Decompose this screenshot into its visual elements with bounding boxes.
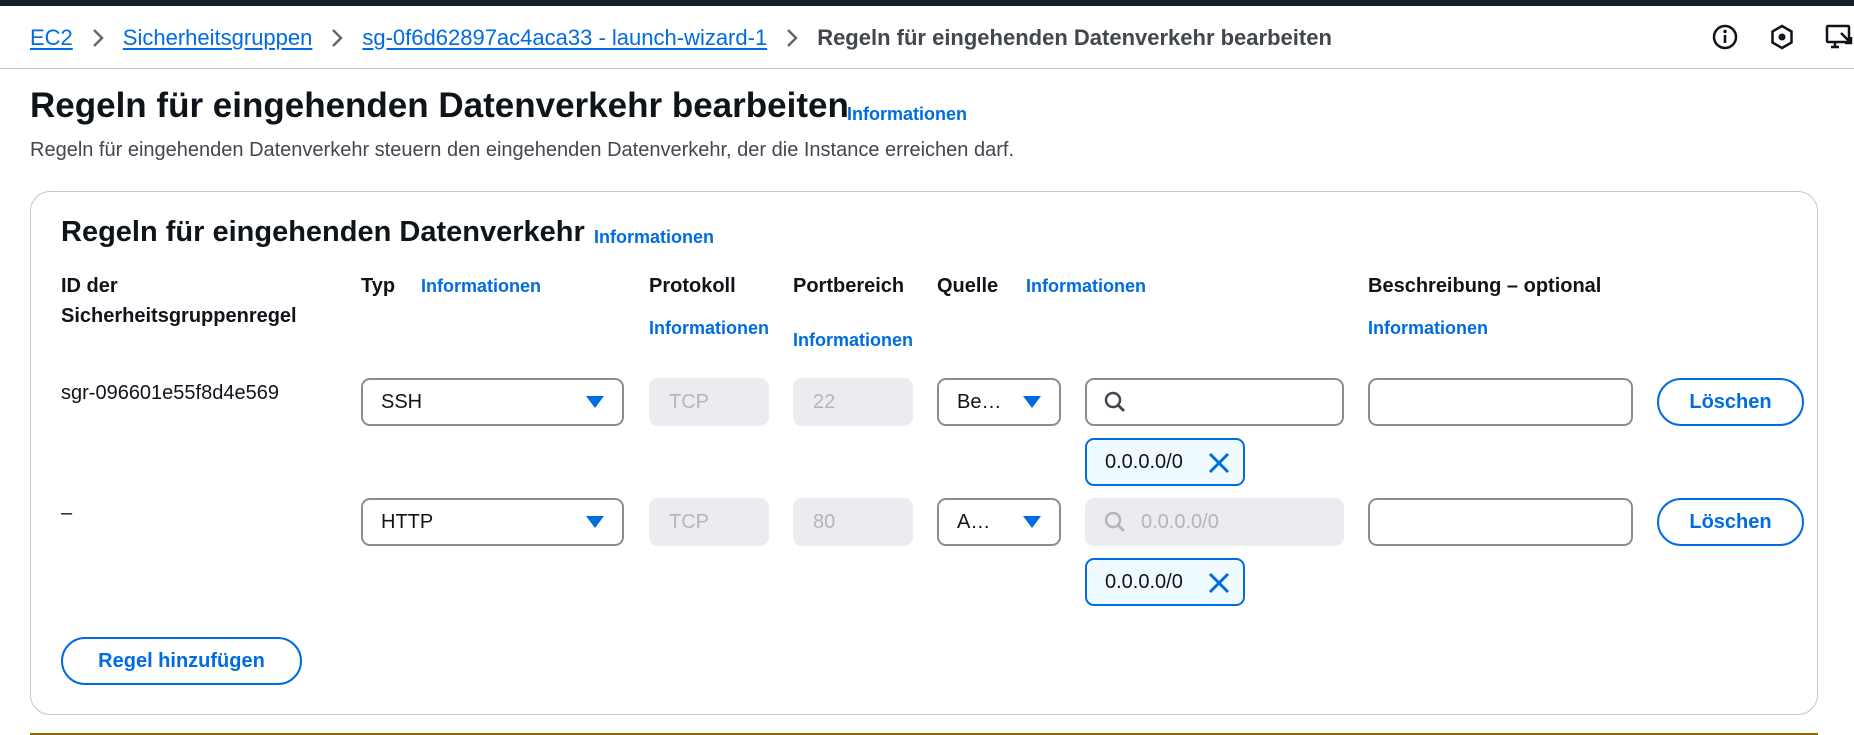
protocol-info-link[interactable]: Informationen bbox=[649, 318, 769, 339]
page-info-link[interactable]: Informationen bbox=[847, 104, 967, 125]
source-token: 0.0.0.0/0 bbox=[1085, 558, 1245, 606]
port-range-field: 22 bbox=[793, 378, 913, 426]
breadcrumb-security-groups[interactable]: Sicherheitsgruppen bbox=[123, 25, 313, 51]
breadcrumb: EC2 Sicherheitsgruppen sg-0f6d62897ac4ac… bbox=[30, 22, 1332, 54]
source-search-placeholder: 0.0.0.0/0 bbox=[1141, 510, 1219, 533]
type-info-link[interactable]: Informationen bbox=[421, 276, 541, 297]
column-header-description: Beschreibung – optional bbox=[1368, 275, 1602, 297]
protocol-field: TCP bbox=[649, 498, 769, 546]
source-search-input: 0.0.0.0/0 bbox=[1085, 498, 1344, 546]
top-bar bbox=[0, 0, 1854, 6]
rule-id: – bbox=[61, 502, 73, 524]
source-token-label: 0.0.0.0/0 bbox=[1105, 570, 1183, 593]
breadcrumb-security-group[interactable]: sg-0f6d62897ac4aca33 - launch-wizard-1 bbox=[362, 25, 767, 51]
page-description: Regeln für eingehenden Datenverkehr steu… bbox=[30, 139, 1014, 161]
source-type-select[interactable]: A… bbox=[937, 498, 1061, 546]
description-info-link[interactable]: Informationen bbox=[1368, 318, 1488, 339]
panel-info-link[interactable]: Informationen bbox=[594, 227, 714, 248]
column-header-source: Quelle bbox=[937, 275, 999, 297]
delete-button[interactable]: Löschen bbox=[1657, 498, 1804, 546]
source-type-select[interactable]: Be… bbox=[937, 378, 1061, 426]
caret-down-icon bbox=[586, 516, 604, 528]
page-title: Regeln für eingehenden Datenverkehr bear… bbox=[30, 86, 849, 125]
source-token: 0.0.0.0/0 bbox=[1085, 438, 1245, 486]
type-select-value: HTTP bbox=[381, 510, 434, 533]
column-header-port-range: Portbereich bbox=[793, 275, 905, 297]
source-type-value: A… bbox=[957, 510, 991, 533]
column-header-rule-id-line1: ID der bbox=[61, 275, 118, 297]
column-header-rule-id-line2: Sicherheitsgruppenregel bbox=[61, 305, 297, 327]
add-rule-button[interactable]: Regel hinzufügen bbox=[61, 637, 302, 685]
port-info-link[interactable]: Informationen bbox=[793, 330, 913, 351]
breadcrumb-current: Regeln für eingehenden Datenverkehr bear… bbox=[817, 25, 1332, 50]
column-header-type: Typ bbox=[361, 275, 396, 297]
close-icon[interactable] bbox=[1207, 571, 1231, 595]
header-divider bbox=[0, 68, 1854, 69]
description-input[interactable] bbox=[1368, 378, 1633, 426]
description-input[interactable] bbox=[1368, 498, 1633, 546]
source-info-link[interactable]: Informationen bbox=[1026, 276, 1146, 297]
caret-down-icon bbox=[1023, 396, 1041, 408]
source-type-value: Be… bbox=[957, 390, 1002, 413]
chevron-right-icon bbox=[312, 28, 362, 48]
type-select[interactable]: HTTP bbox=[361, 498, 624, 546]
type-select[interactable]: SSH bbox=[361, 378, 624, 426]
inbound-rules-panel bbox=[30, 191, 1818, 715]
close-icon[interactable] bbox=[1207, 451, 1231, 475]
panel-title: Regeln für eingehenden Datenverkehr bbox=[61, 216, 585, 248]
source-search-input[interactable] bbox=[1085, 378, 1344, 426]
header-tools bbox=[1683, 22, 1854, 52]
delete-button[interactable]: Löschen bbox=[1657, 378, 1804, 426]
feedback-icon[interactable] bbox=[1824, 22, 1854, 52]
rule-id: sgr-096601e55f8d4e569 bbox=[61, 382, 279, 404]
search-icon bbox=[1103, 510, 1127, 534]
column-header-rule-id: ID der Sicherheitsgruppenregel bbox=[61, 271, 297, 331]
caret-down-icon bbox=[586, 396, 604, 408]
column-header-protocol: Protokoll bbox=[649, 275, 736, 297]
caret-down-icon bbox=[1023, 516, 1041, 528]
info-icon[interactable] bbox=[1710, 22, 1740, 52]
protocol-field: TCP bbox=[649, 378, 769, 426]
chevron-right-icon bbox=[73, 28, 123, 48]
breadcrumb-ec2[interactable]: EC2 bbox=[30, 25, 73, 51]
chevron-right-icon bbox=[767, 28, 817, 48]
source-token-label: 0.0.0.0/0 bbox=[1105, 450, 1183, 473]
settings-icon[interactable] bbox=[1767, 22, 1797, 52]
port-range-field: 80 bbox=[793, 498, 913, 546]
type-select-value: SSH bbox=[381, 390, 423, 413]
search-icon bbox=[1103, 390, 1127, 414]
